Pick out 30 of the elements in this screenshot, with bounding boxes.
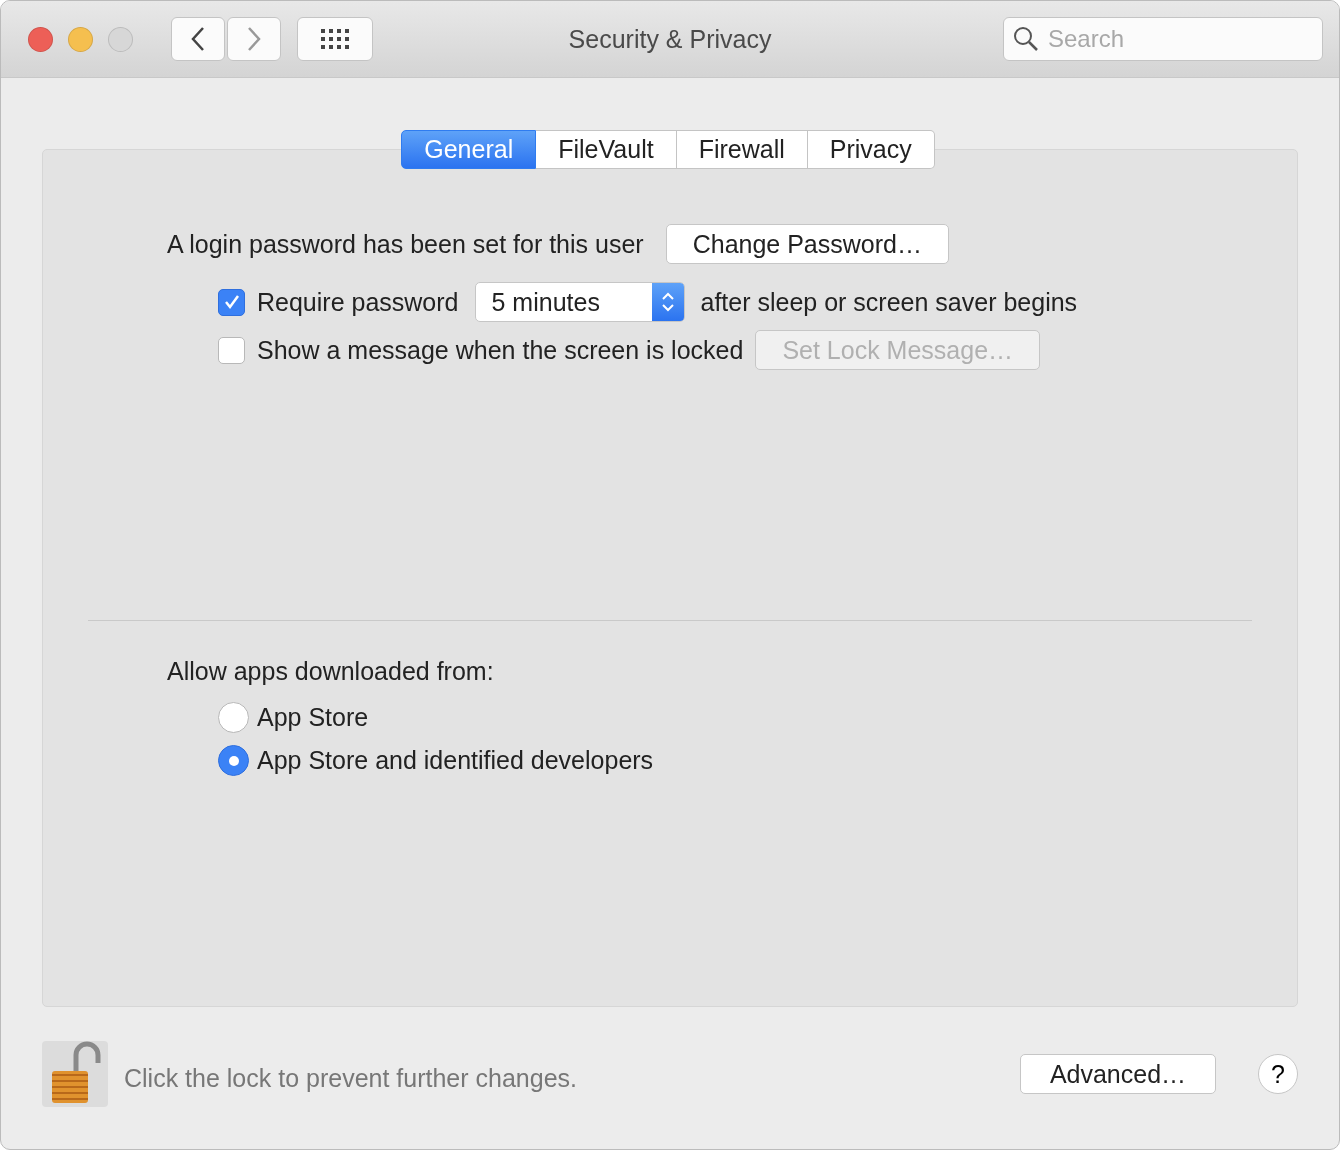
search-field[interactable]: Search [1003,17,1323,61]
advanced-button[interactable]: Advanced… [1020,1054,1216,1094]
radio-button[interactable] [218,745,249,776]
unlocked-padlock-icon[interactable] [42,1041,108,1107]
tab[interactable]: FileVault [536,130,677,169]
checkmark-icon [222,293,241,311]
password-status-text: A login password has been set for this user [167,229,644,259]
radio-label: App Store [257,703,369,732]
back-button[interactable] [171,17,225,61]
radio-button[interactable] [218,702,249,733]
chevron-right-icon [246,26,262,52]
tab[interactable]: Firewall [676,130,808,169]
grid-icon [320,28,350,50]
checkbox[interactable] [218,288,245,316]
interval-select[interactable]: 5 minutes [474,282,685,322]
chevron-left-icon [190,26,206,52]
tab[interactable]: Privacy [807,130,935,169]
minimize-window-button[interactable] [68,26,93,52]
checkbox-label: Show a message when the screen is locked [257,335,744,365]
close-window-button[interactable] [28,26,53,52]
show-all-button[interactable] [297,17,373,61]
help-button[interactable]: ? [1258,1054,1298,1094]
search-icon [1013,26,1039,52]
checkbox-label: Require password [257,287,459,317]
option-suffix-text: after sleep or screen saver begins [700,287,1078,317]
radio-label: App Store and identified developers [257,746,654,775]
window-title: Security & Privacy [568,24,772,53]
lock-hint-text: Click the lock to prevent further changes. [124,1063,577,1093]
change-password-button[interactable]: Change Password… [665,224,949,264]
downloads-heading: Allow apps downloaded from: [167,657,495,686]
